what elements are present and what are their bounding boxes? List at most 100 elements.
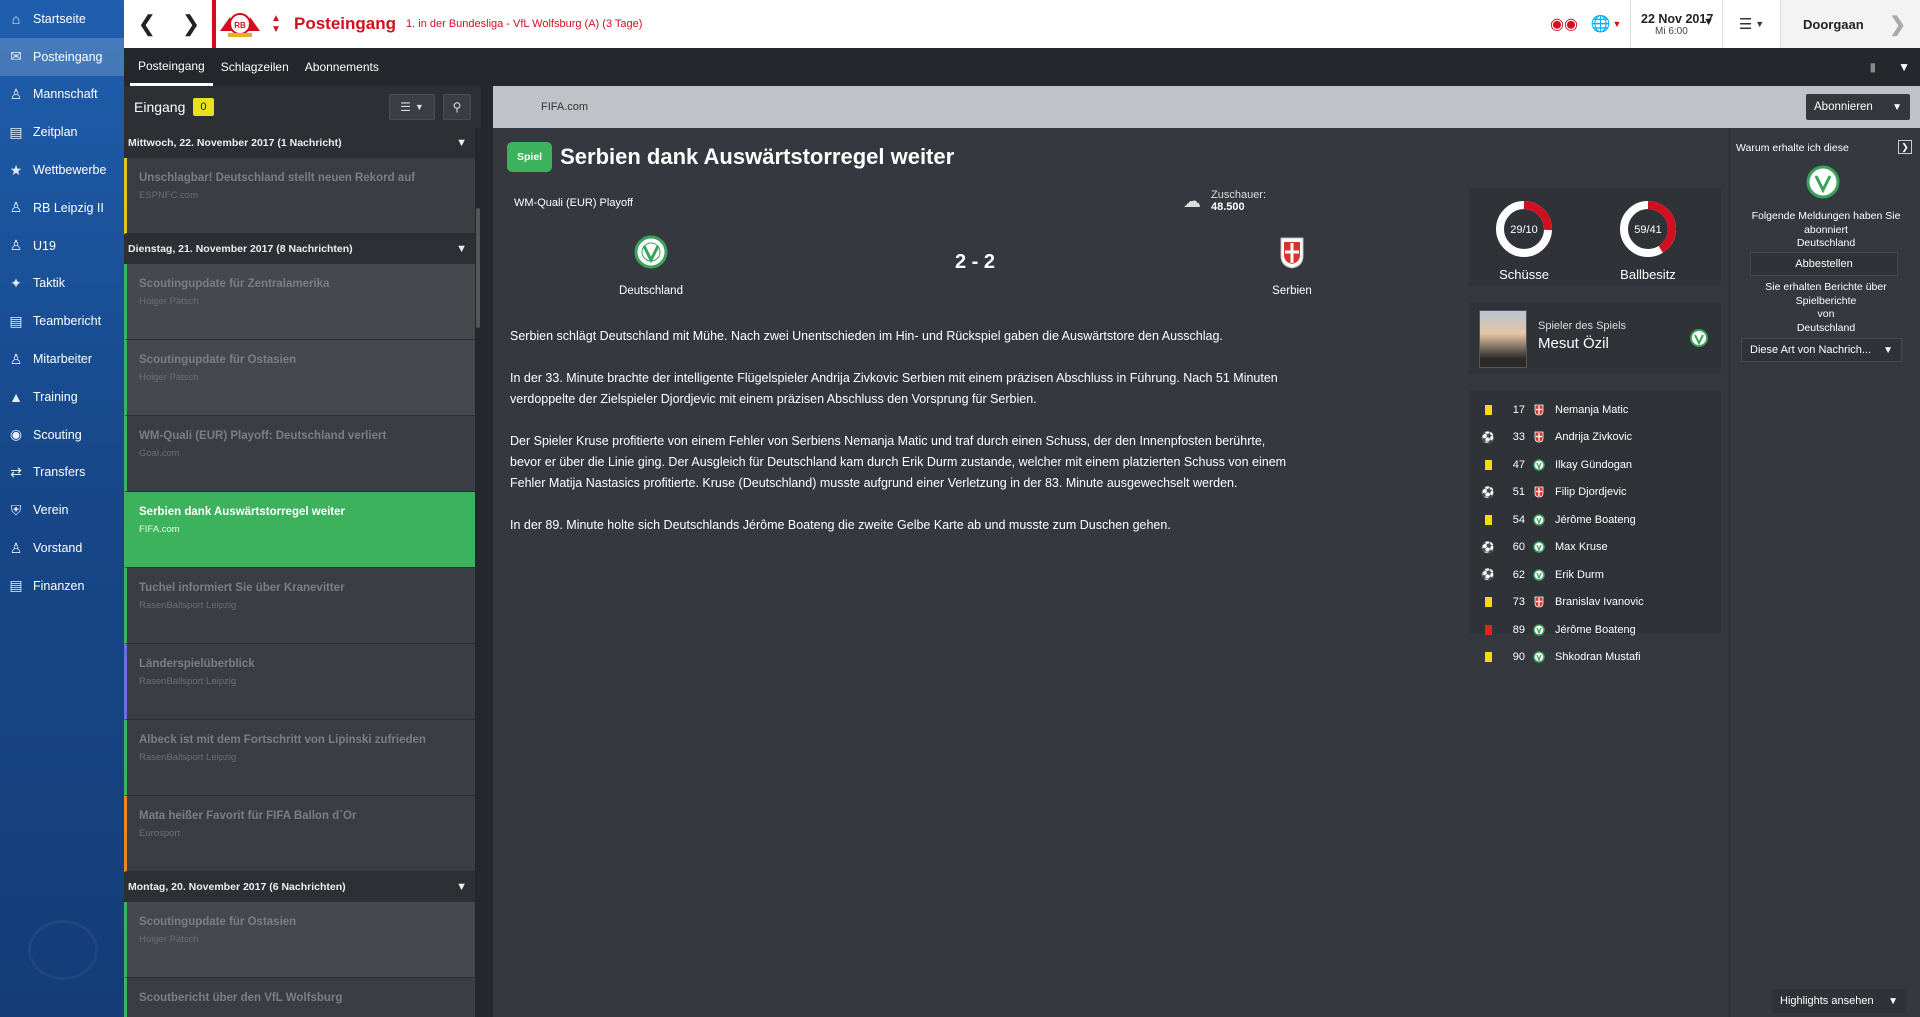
away-team[interactable]: Serbien [1212, 234, 1372, 297]
match-event-row[interactable]: ⚽ 60 Max Kruse [1469, 534, 1721, 562]
inbox-message[interactable]: Scoutingupdate für Zentralamerika Holger … [124, 264, 481, 340]
event-player-name: Jérôme Boateng [1555, 623, 1636, 636]
next-match-info[interactable]: 1. in der Bundesliga - VfL Wolfsburg (A)… [406, 18, 642, 30]
day-group-header[interactable]: Mittwoch, 22. November 2017 (1 Nachricht… [124, 128, 481, 158]
tab-schlagzeilen[interactable]: Schlagzeilen [213, 48, 297, 86]
subscribe-dropdown[interactable]: Abonnieren ▼ [1806, 94, 1910, 120]
home-team[interactable]: Deutschland [571, 234, 731, 297]
match-event-row[interactable]: ⚽ 62 Erik Durm [1469, 561, 1721, 589]
match-event-row[interactable]: ⚽ 33 Andrija Zivkovic [1469, 424, 1721, 452]
sidebar-item-finanzen[interactable]: ▤ Finanzen [0, 567, 124, 605]
chevron-down-icon: ▼ [456, 881, 467, 893]
chevron-down-icon[interactable]: ▼ [1898, 60, 1910, 74]
sidebar-item-label: Wettbewerbe [33, 163, 107, 178]
match-event-row[interactable]: ⚽ 51 Filip Djordjevic [1469, 479, 1721, 507]
article-paragraph: Der Spieler Kruse profitierte von einem … [510, 434, 1287, 490]
shots-label: Schüsse [1499, 267, 1549, 282]
tactics-icon: ✦ [10, 274, 22, 291]
scrollbar-thumb[interactable] [476, 208, 480, 328]
continue-button[interactable]: Doorgaan ❯ [1780, 0, 1920, 48]
sidebar-item-label: RB Leipzig II [33, 200, 104, 215]
notes-icon[interactable]: ▮ [1870, 60, 1877, 74]
club-logo[interactable]: RB [216, 0, 264, 48]
match-event-row[interactable]: 90 Shkodran Mustafi [1469, 644, 1721, 672]
man-of-the-match-box[interactable]: Spieler des Spiels Mesut Özil [1469, 302, 1721, 374]
inbox-message[interactable]: Unschlagbar! Deutschland stellt neuen Re… [124, 158, 481, 234]
event-player-name: Jérôme Boateng [1555, 513, 1636, 526]
yellow-card-icon [1483, 652, 1493, 663]
inbox-message[interactable]: Scoutingupdate für Ostasien Holger Pätsch [124, 340, 481, 416]
forward-button[interactable]: ❯ [170, 0, 216, 48]
event-minute: 51 [1512, 486, 1525, 499]
sidebar-item-startseite[interactable]: ⌂ Startseite [0, 0, 124, 38]
article-title-row: Spiel Serbien dank Auswärtstorregel weit… [507, 142, 954, 172]
sidebar-item-vorstand[interactable]: ♙ Vorstand [0, 529, 124, 567]
inbox-message[interactable]: Scoutingupdate für Ostasien Holger Pätsch [124, 902, 481, 978]
match-event-row[interactable]: 17 Nemanja Matic [1469, 396, 1721, 424]
chevron-left-icon: ❮ [137, 11, 157, 36]
sidebar-item-zeitplan[interactable]: ▤ Zeitplan [0, 113, 124, 151]
club-switcher[interactable]: ▲ ▼ [264, 13, 288, 35]
panel-divider [481, 86, 493, 1017]
sidebar-item-teambericht[interactable]: ▤ Teambericht [0, 302, 124, 340]
sidebar-item-u19[interactable]: ♙ U19 [0, 227, 124, 265]
sidebar-item-taktik[interactable]: ✦ Taktik [0, 265, 124, 303]
sidebar-item-scouting[interactable]: ◉ Scouting [0, 416, 124, 454]
sidebar-item-transfers[interactable]: ⇄ Transfers [0, 454, 124, 492]
inbox-filter-menu-button[interactable]: ☰ ▼ [389, 94, 435, 120]
inbox-message[interactable]: Albeck ist mit dem Fortschritt von Lipin… [124, 720, 481, 796]
inbox-message[interactable]: Serbien dank Auswärtstorregel weiter FIFA… [124, 492, 481, 568]
spectators-value: 48.500 [1211, 201, 1245, 213]
collapse-panel-button[interactable]: ❯ [1898, 140, 1912, 154]
shots-stat[interactable]: 29/10 Schüsse [1489, 198, 1559, 282]
world-menu-button[interactable]: 🌐 ▼ [1582, 0, 1630, 48]
unsubscribe-button[interactable]: Abbestellen [1750, 252, 1898, 276]
highlights-button[interactable]: Highlights ansehen ▼ [1772, 989, 1906, 1013]
sidebar-item-posteingang[interactable]: ✉ Posteingang [0, 37, 124, 76]
sidebar-item-label: Startseite [33, 11, 86, 26]
message-header: FIFA.com Abonnieren ▼ [493, 86, 1920, 128]
tab-abonnements[interactable]: Abonnements [297, 48, 387, 86]
sidebar-item-rb-leipzig-ii[interactable]: ♙ RB Leipzig II [0, 189, 124, 227]
finances-icon: ▤ [9, 577, 23, 594]
match-event-row[interactable]: 54 Jérôme Boateng [1469, 506, 1721, 534]
event-player-name: Erik Durm [1555, 568, 1604, 581]
inbox-message[interactable]: WM-Quali (EUR) Playoff: Deutschland verl… [124, 416, 481, 492]
message-title: Scoutingupdate für Ostasien [139, 354, 297, 366]
sidebar-item-mannschaft[interactable]: ♙ Mannschaft [0, 76, 124, 114]
tab-posteingang[interactable]: Posteingang [130, 48, 213, 86]
news-type-select[interactable]: Diese Art von Nachrich... ▼ [1741, 338, 1902, 362]
back-button[interactable]: ❮ [124, 0, 170, 48]
settings-menu-button[interactable]: ☰ ▼ [1722, 0, 1780, 48]
match-event-row[interactable]: 73 Branislav Ivanovic [1469, 589, 1721, 617]
inbox-message[interactable]: Tuchel informiert Sie über Kranevitter Ra… [124, 568, 481, 644]
day-group-header[interactable]: Montag, 20. November 2017 (6 Nachrichten… [124, 872, 481, 902]
date-display[interactable]: 22 Nov 2017 Mi 6:00 ▼ [1630, 0, 1722, 48]
sidebar-item-wettbewerbe[interactable]: ★ Wettbewerbe [0, 151, 124, 189]
scouting-binoculars-button[interactable]: ◉◉ [1546, 0, 1582, 48]
day-group-header[interactable]: Dienstag, 21. November 2017 (8 Nachricht… [124, 234, 481, 264]
message-title: Scoutingupdate für Zentralamerika [139, 278, 330, 290]
svg-text:RB: RB [234, 21, 246, 30]
shots-donut-chart: 29/10 [1496, 201, 1552, 257]
inbox-message[interactable]: Mata heißer Favorit für FIFA Ballon d´Or… [124, 796, 481, 872]
sidebar-item-training[interactable]: ▲ Training [0, 378, 124, 416]
inbox-tools: ☰ ▼ ⚲ [389, 94, 481, 120]
competition-label[interactable]: WM-Quali (EUR) Playoff [514, 197, 633, 209]
binoculars-icon: ◉ [9, 426, 23, 443]
sidebar-item-label: Mitarbeiter [33, 352, 93, 367]
motm-player-name[interactable]: Mesut Özil [1538, 335, 1609, 352]
subnav-tools: ▮ ▼ [1870, 60, 1920, 74]
match-event-row[interactable]: 47 Ilkay Gündogan [1469, 451, 1721, 479]
inbox-message[interactable]: Scoutbericht über den VfL Wolfsburg [124, 978, 481, 1017]
sidebar-item-verein[interactable]: ⛨ Verein [0, 491, 124, 529]
message-source: Holger Pätsch [139, 296, 199, 307]
chevron-down-icon: ▼ [1703, 16, 1714, 28]
inbox-message[interactable]: Länderspielüberblick RasenBallsport Leipz… [124, 644, 481, 720]
possession-stat[interactable]: 59/41 Ballbesitz [1613, 198, 1683, 282]
inbox-search-button[interactable]: ⚲ [443, 94, 471, 120]
sidebar-item-mitarbeiter[interactable]: ♙ Mitarbeiter [0, 340, 124, 378]
match-event-row[interactable]: 89 Jérôme Boateng [1469, 616, 1721, 644]
match-score[interactable]: 2 - 2 [955, 251, 995, 274]
event-minute: 60 [1512, 541, 1525, 554]
